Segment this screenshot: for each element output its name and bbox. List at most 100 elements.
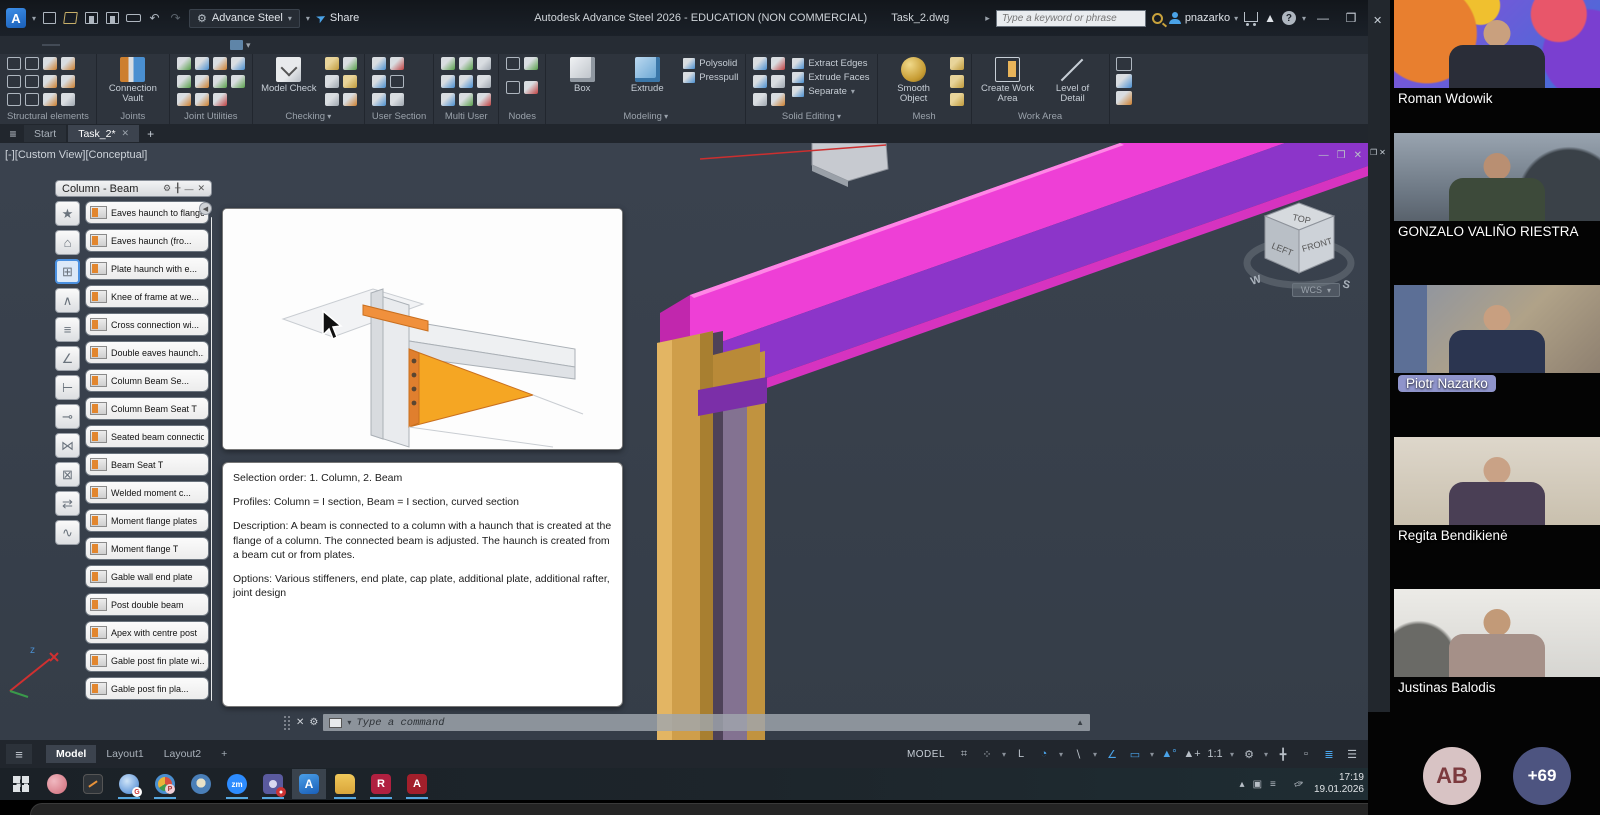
connection-item[interactable]: Column Beam Se... — [85, 369, 209, 392]
poly-beam-icon[interactable] — [43, 75, 57, 88]
save-as-button[interactable] — [105, 11, 120, 25]
view-section-tool-icon[interactable] — [1116, 91, 1132, 105]
section-template-icon[interactable] — [390, 57, 404, 70]
joint-group-icon[interactable] — [213, 75, 227, 88]
file-tab-menu-icon[interactable]: ≡ — [4, 127, 22, 141]
customization-icon[interactable]: ☰ — [1342, 748, 1362, 761]
minimize-drawing-icon[interactable]: — — [1319, 150, 1329, 161]
participant-tile[interactable]: Roman Wdowik — [1394, 0, 1600, 108]
new-file-button[interactable] — [42, 11, 57, 25]
app-store-icon[interactable] — [1244, 12, 1258, 22]
layout1-tab[interactable]: Layout1 — [96, 745, 153, 763]
command-input[interactable]: ▾ Type a command ▲ — [323, 714, 1090, 731]
explode-joint-icon[interactable] — [195, 57, 209, 70]
extrude-faces-button[interactable]: Extrude Faces — [792, 72, 869, 83]
clock[interactable]: 17:1919.01.2026 — [1314, 772, 1364, 796]
taskbar-app-browser-p[interactable]: P — [148, 769, 182, 799]
share-button[interactable]: ➤ Share — [316, 11, 359, 25]
osnap-tracking-icon[interactable]: ∠ — [1102, 748, 1122, 761]
audit-icon[interactable] — [325, 93, 339, 106]
viewport-controls-label[interactable]: [-][Custom View][Conceptual] — [5, 149, 147, 161]
connection-item[interactable]: Plate haunch with e... — [85, 257, 209, 280]
recent-commands-icon[interactable] — [329, 718, 342, 728]
connection-item[interactable]: Eaves haunch (fro... — [85, 229, 209, 252]
connection-item[interactable]: Welded moment c... — [85, 481, 209, 504]
column-tool-icon[interactable] — [7, 75, 21, 88]
shell-icon[interactable] — [771, 75, 785, 88]
app-logo-icon[interactable]: A — [6, 8, 26, 28]
command-close-icon[interactable]: ✕ — [291, 717, 309, 728]
joint-export-icon[interactable] — [231, 75, 245, 88]
refine-mesh-icon[interactable] — [950, 93, 964, 106]
category-column-beam-icon[interactable]: ⊞ — [55, 259, 80, 284]
annotation-visibility-icon[interactable]: ▲° — [1159, 748, 1179, 760]
new-tab-button[interactable]: + — [141, 127, 160, 141]
joint-properties-icon[interactable] — [177, 75, 191, 88]
subtract-icon[interactable] — [753, 75, 767, 88]
delete-joint-icon[interactable] — [213, 93, 227, 106]
copy-joint-icon[interactable] — [177, 57, 191, 70]
clash-check-icon[interactable] — [325, 57, 339, 70]
palette-scrollbar[interactable] — [211, 217, 212, 701]
participant-video[interactable] — [1394, 437, 1600, 525]
connection-item[interactable]: Post double beam — [85, 593, 209, 616]
transfer-joint-icon[interactable] — [195, 93, 209, 106]
ortho-mode-icon[interactable]: L — [1011, 748, 1031, 760]
category-splice-icon[interactable]: ⊢ — [55, 375, 80, 400]
document-tab[interactable]: Task_2*✕ — [68, 125, 139, 142]
taskbar-app-acrobat[interactable]: A — [400, 769, 434, 799]
extract-edges-button[interactable]: Extract Edges — [792, 58, 869, 69]
participant-video[interactable] — [1394, 285, 1600, 373]
connection-item[interactable]: Gable post fin pla... — [85, 677, 209, 700]
menu-tab[interactable] — [204, 44, 222, 46]
box-button[interactable]: Box — [553, 57, 611, 94]
connection-item[interactable]: Cross connection wi... — [85, 313, 209, 336]
minimize-window-button[interactable]: — — [1312, 11, 1334, 25]
chevron-down-icon[interactable]: ▾ — [1262, 750, 1270, 759]
participant-video[interactable] — [1394, 0, 1600, 88]
open-file-button[interactable] — [63, 11, 78, 25]
connection-item[interactable]: Eaves haunch to flange — [85, 201, 209, 224]
category-turnbuckle-icon[interactable]: ⇄ — [55, 491, 80, 516]
plate-tool-icon[interactable] — [25, 57, 39, 70]
user-list-icon[interactable] — [477, 75, 491, 88]
palette-close-icon[interactable]: ✕ — [197, 183, 205, 194]
connection-item[interactable]: Gable post fin plate wi... — [85, 649, 209, 672]
drawing-controls-overflow-icon[interactable]: ❒✕ — [1370, 148, 1388, 157]
taskbar-app-advance-steel[interactable]: A — [292, 769, 326, 799]
audit-checked-icon[interactable] — [343, 57, 357, 70]
taskbar-app-explorer[interactable] — [328, 769, 362, 799]
spiral-stair-icon[interactable] — [61, 57, 75, 70]
chevron-down-icon[interactable]: ▾ — [1091, 750, 1099, 759]
search-input[interactable] — [996, 10, 1146, 27]
check-database-icon[interactable] — [325, 75, 339, 88]
ribbon-display-toggle[interactable]: ▾ — [230, 40, 251, 51]
model-viewport[interactable]: [-][Custom View][Conceptual] — ❒ ✕ W S T… — [0, 143, 1368, 740]
redo-button[interactable]: ↷ — [168, 11, 183, 25]
menu-tab[interactable] — [24, 44, 42, 46]
menu-tab[interactable] — [114, 44, 132, 46]
connection-item[interactable]: Gable wall end plate — [85, 565, 209, 588]
section-update-icon[interactable] — [372, 93, 386, 106]
account-menu[interactable]: pnazarko ▾ — [1169, 12, 1238, 24]
chevron-down-icon[interactable]: ▾ — [1148, 750, 1156, 759]
takeover-icon[interactable] — [441, 57, 455, 70]
smooth-less-icon[interactable] — [950, 75, 964, 88]
menu-tab[interactable] — [6, 44, 24, 46]
palette-minimize-icon[interactable]: — — [184, 184, 193, 194]
view-box-tool-icon[interactable] — [1116, 74, 1132, 88]
close-tab-icon[interactable]: ✕ — [122, 128, 130, 139]
taskbar-app-teams[interactable]: ● — [256, 769, 290, 799]
category-favorites-icon[interactable]: ★ — [55, 201, 80, 226]
search-icon[interactable] — [1152, 13, 1163, 24]
restore-window-button[interactable]: ❒ — [1340, 11, 1362, 25]
taskbar-app-globe[interactable] — [184, 769, 218, 799]
chevron-down-icon[interactable]: ▾ — [1000, 750, 1008, 759]
connection-item[interactable]: Moment flange plates — [85, 509, 209, 532]
taskbar-app-r[interactable]: R — [364, 769, 398, 799]
joint-library-icon[interactable] — [195, 75, 209, 88]
palette-pin-icon[interactable]: ╂ — [175, 183, 180, 194]
rail-icon[interactable] — [61, 75, 75, 88]
toolbar-expand-icon[interactable]: ▾ — [306, 14, 310, 23]
participant-tile[interactable]: Justinas Balodis — [1394, 589, 1600, 697]
